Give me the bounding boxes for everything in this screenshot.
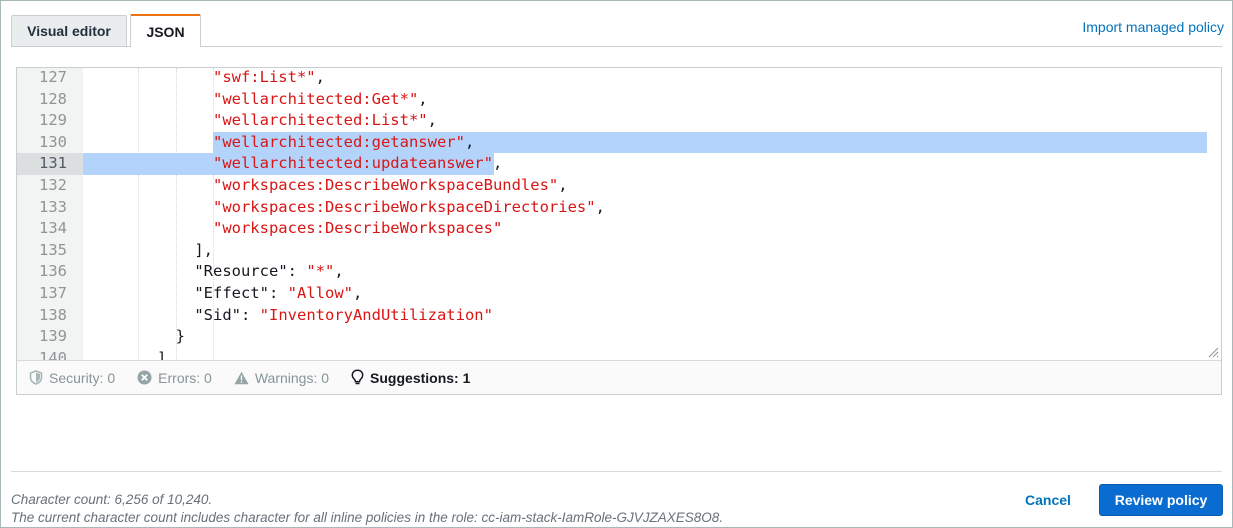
line-number: 131 [39, 154, 67, 173]
line-number: 134 [39, 219, 67, 238]
json-editor[interactable]: 127 "swf:List*", 128 "wellarchitected:Get… [16, 67, 1222, 395]
json-punctuation-token: ], [194, 240, 213, 259]
code-line[interactable]: 130 "wellarchitected:getanswer", [17, 131, 1221, 154]
json-punctuation-token: ] [157, 348, 167, 360]
security-count: 0 [107, 369, 116, 386]
warnings-count: 0 [321, 369, 330, 386]
code-area[interactable]: 127 "swf:List*", 128 "wellarchitected:Get… [17, 68, 1221, 360]
security-label: Security: [49, 369, 104, 386]
code-text: "Sid": "InventoryAndUtilization" [101, 305, 493, 327]
json-punctuation-token: , [492, 154, 503, 173]
code-line[interactable]: 139 } [17, 326, 1221, 348]
code-text: "wellarchitected:getanswer", [101, 132, 474, 154]
error-x-icon [137, 370, 152, 385]
line-number: 138 [39, 305, 67, 324]
json-string-token: "InventoryAndUtilization" [259, 305, 493, 324]
code-line[interactable]: 135 ], [17, 240, 1221, 262]
code-line[interactable]: 127 "swf:List*", [17, 68, 1221, 89]
code-text: "Resource": "*", [101, 261, 344, 283]
code-text: "wellarchitected:Get*", [101, 89, 428, 111]
lightbulb-icon [351, 369, 364, 385]
code-line[interactable]: 137 "Effect": "Allow", [17, 283, 1221, 305]
json-punctuation-token: , [334, 262, 344, 281]
import-managed-policy-link[interactable]: Import managed policy [1082, 19, 1224, 35]
errors-count: 0 [204, 369, 212, 386]
footer-divider [11, 471, 1222, 472]
suggestions-count: 1 [462, 369, 471, 386]
json-string-token: "*" [306, 262, 335, 281]
json-string-token: "swf:List*" [212, 68, 316, 86]
code-text: "workspaces:DescribeWorkspaces" [101, 218, 502, 240]
code-line[interactable]: 134 "workspaces:DescribeWorkspaces" [17, 218, 1221, 240]
json-punctuation-token: , [352, 284, 363, 302]
code-text: "wellarchitected:List*", [101, 110, 437, 132]
line-number: 132 [39, 176, 67, 194]
json-string-token: "workspaces:DescribeWorkspaces" [212, 219, 503, 238]
code-line[interactable]: 140 ] [17, 348, 1221, 360]
shield-icon [29, 370, 43, 385]
code-text: "wellarchitected:updateanswer", [101, 153, 502, 175]
code-text: } [101, 326, 185, 348]
json-string-token: "wellarchitected:Get*" [212, 89, 419, 108]
json-punctuation-token: "Effect": [194, 284, 288, 302]
code-text: "Effect": "Allow", [101, 283, 362, 305]
line-number: 130 [39, 132, 67, 151]
errors-label: Errors: [158, 369, 201, 386]
warnings-status[interactable]: Warnings: 0 [234, 370, 329, 386]
json-string-token: "wellarchitected:List*" [212, 111, 428, 130]
code-line[interactable]: 136 "Resource": "*", [17, 261, 1221, 283]
json-string-token: "workspaces:DescribeWorkspaceBundles" [212, 176, 559, 194]
json-string-token: "wellarchitected:getanswer" [212, 132, 465, 151]
json-punctuation-token: "Resource": [194, 262, 307, 281]
code-text: ], [101, 240, 213, 262]
line-number: 129 [39, 111, 67, 130]
character-count: Character count: 6,256 of 10,240. [11, 492, 213, 507]
resize-handle-icon[interactable] [1207, 346, 1219, 358]
json-punctuation-token: , [464, 132, 475, 151]
errors-status[interactable]: Errors: 0 [137, 370, 212, 386]
suggestions-label: Suggestions: [370, 369, 459, 386]
code-line[interactable]: 131 "wellarchitected:updateanswer", [17, 153, 1221, 175]
code-text: ] [101, 348, 166, 360]
character-count-note: The current character count includes cha… [11, 510, 724, 525]
json-punctuation-token: } [175, 327, 185, 346]
code-text: "workspaces:DescribeWorkspaceDirectories… [101, 197, 605, 219]
line-number: 127 [39, 68, 67, 86]
suggestions-status[interactable]: Suggestions: 1 [351, 369, 470, 386]
warning-triangle-icon [234, 371, 249, 384]
validation-status-bar: Security: 0 Errors: 0 Warnings: 0 Sugges… [17, 360, 1221, 394]
code-line[interactable]: 128 "wellarchitected:Get*", [17, 89, 1221, 111]
code-text: "workspaces:DescribeWorkspaceBundles", [101, 175, 568, 197]
line-number: 140 [39, 348, 67, 360]
cancel-button[interactable]: Cancel [1017, 486, 1079, 514]
tab-visual-editor[interactable]: Visual editor [11, 15, 127, 46]
json-string-token: "wellarchitected:updateanswer" [212, 154, 493, 173]
security-status[interactable]: Security: 0 [29, 370, 115, 386]
json-punctuation-token: , [315, 68, 325, 86]
json-punctuation-token: , [418, 89, 428, 108]
review-policy-button[interactable]: Review policy [1099, 484, 1223, 516]
tab-json[interactable]: JSON [130, 14, 201, 47]
code-line[interactable]: 138 "Sid": "InventoryAndUtilization" [17, 305, 1221, 327]
code-line[interactable]: 132 "workspaces:DescribeWorkspaceBundles… [17, 175, 1221, 197]
line-number: 136 [39, 262, 67, 281]
warnings-label: Warnings: [254, 369, 318, 386]
line-number: 128 [39, 89, 67, 108]
json-string-token: "workspaces:DescribeWorkspaceDirectories… [212, 197, 596, 216]
json-string-token: "Allow" [287, 284, 353, 302]
line-number: 133 [39, 197, 67, 216]
json-punctuation-token: "Sid": [194, 305, 260, 324]
code-line[interactable]: 129 "wellarchitected:List*", [17, 110, 1221, 132]
line-number: 135 [39, 240, 67, 259]
line-number: 139 [39, 327, 67, 346]
json-punctuation-token: , [595, 197, 605, 216]
code-text: "swf:List*", [101, 68, 325, 89]
json-punctuation-token: , [558, 176, 568, 194]
policy-editor-panel: Visual editor JSON Import managed policy… [0, 0, 1233, 528]
json-punctuation-token: , [427, 111, 437, 130]
line-number: 137 [39, 284, 67, 302]
code-line[interactable]: 133 "workspaces:DescribeWorkspaceDirecto… [17, 197, 1221, 219]
